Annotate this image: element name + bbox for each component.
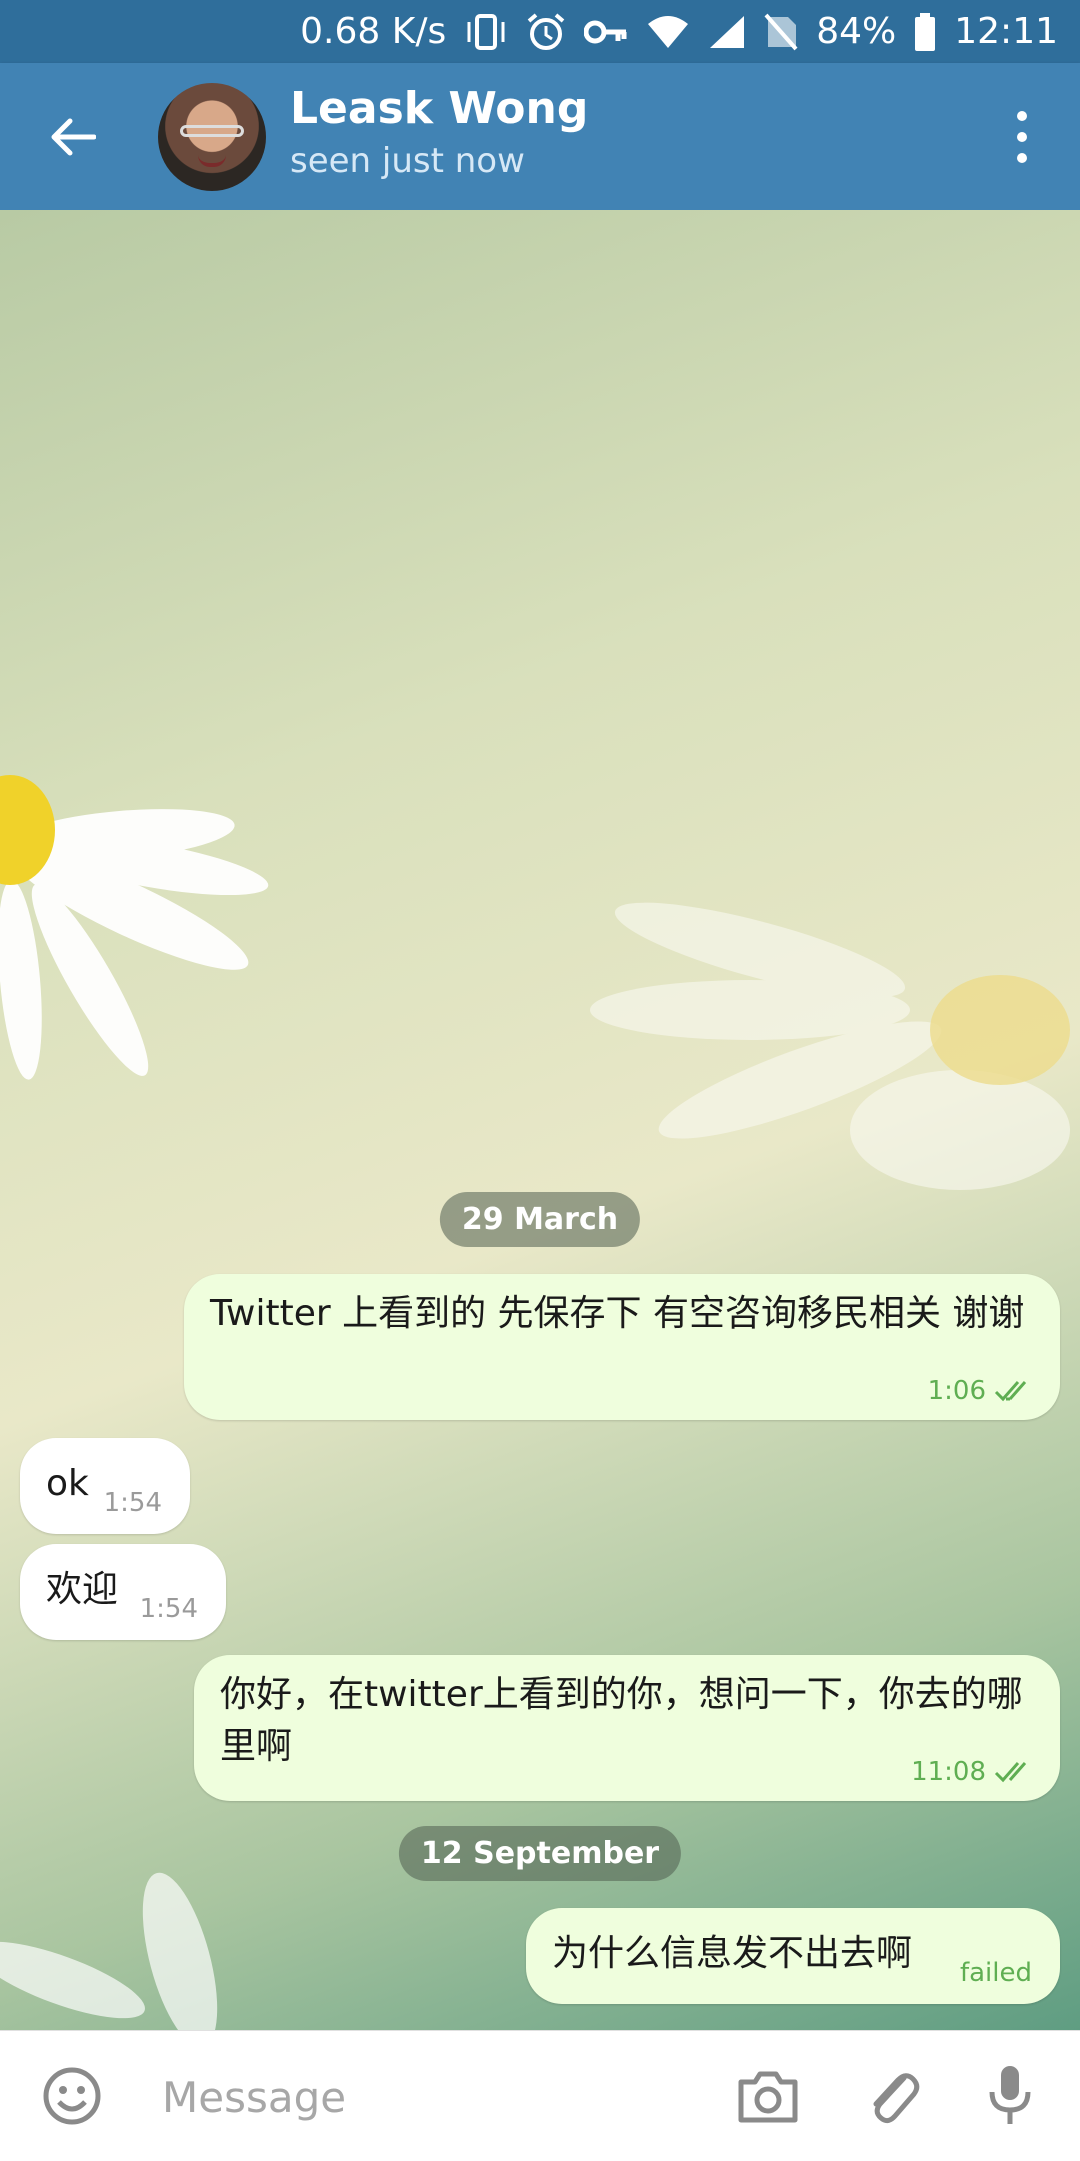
clock: 12:11 [954, 11, 1058, 52]
arrow-back-icon [51, 118, 96, 156]
dot [1017, 153, 1027, 163]
chat-header: Leask Wong seen just now [0, 63, 1080, 210]
vpn-key-icon [584, 17, 628, 47]
message-text: Twitter 上看到的 先保存下 有空咨询移民相关 谢谢 [210, 1293, 1025, 1334]
vibrate-icon [464, 13, 508, 50]
message-meta: 1:06 [928, 1376, 1036, 1406]
avatar[interactable] [158, 83, 266, 191]
network-speed: 0.68 K/s [300, 11, 447, 52]
date-separator: 29 March [439, 1192, 641, 1247]
voice-record-button[interactable] [978, 2064, 1042, 2128]
double-check-icon [994, 1762, 1027, 1783]
message-text: 你好，在twitter上看到的你，想问一下，你去的哪里啊 [220, 1674, 1023, 1767]
message-meta: failed [960, 1958, 1032, 1988]
microphone-icon [989, 2066, 1031, 2124]
no-sim-icon [764, 13, 798, 51]
message-time: 1:54 [139, 1594, 198, 1624]
attach-button[interactable] [860, 2064, 924, 2128]
outgoing-message[interactable]: 你好，在twitter上看到的你，想问一下，你去的哪里啊 11:08 [194, 1655, 1060, 1801]
message-composer [0, 2030, 1080, 2161]
message-input[interactable] [160, 2061, 684, 2133]
incoming-message[interactable]: 欢迎 1:54 [20, 1544, 226, 1640]
incoming-message[interactable]: ok 1:54 [20, 1438, 190, 1534]
camera-icon [738, 2071, 798, 2123]
daisy-wallpaper-image [0, 1872, 218, 2030]
date-separator: 12 September [398, 1826, 682, 1881]
outgoing-message[interactable]: Twitter 上看到的 先保存下 有空咨询移民相关 谢谢 1:06 [184, 1274, 1060, 1420]
message-failed-status: failed [959, 1958, 1032, 1988]
emoji-icon [43, 2067, 101, 2125]
alarm-icon [526, 12, 566, 51]
battery-percent: 84% [816, 11, 897, 52]
wifi-icon [646, 14, 690, 50]
double-check-icon [994, 1381, 1027, 1402]
daisy-wallpaper-image [0, 775, 269, 1080]
emoji-button[interactable] [40, 2064, 104, 2128]
camera-button[interactable] [736, 2064, 800, 2128]
dot [1017, 111, 1027, 121]
battery-icon [914, 12, 936, 51]
status-bar: 0.68 K/s 84% 12:11 [0, 0, 1080, 63]
contact-status: seen just now [290, 141, 525, 181]
message-time: 11:08 [911, 1757, 986, 1787]
dot [1017, 132, 1027, 142]
back-button[interactable] [40, 107, 104, 167]
more-options-button[interactable] [1010, 111, 1034, 163]
message-time: 1:06 [927, 1376, 986, 1406]
paperclip-icon [873, 2073, 920, 2124]
message-meta: 1:54 [104, 1488, 162, 1518]
outgoing-message[interactable]: 为什么信息发不出去啊 failed [526, 1908, 1060, 2004]
message-meta: 1:54 [140, 1594, 198, 1624]
message-meta: 11:08 [911, 1757, 1036, 1787]
signal-icon [708, 14, 746, 50]
daisy-wallpaper-image [590, 902, 1070, 1190]
contact-name[interactable]: Leask Wong [290, 83, 588, 134]
message-time: 1:54 [103, 1488, 162, 1518]
chat-area[interactable]: 29 March Twitter 上看到的 先保存下 有空咨询移民相关 谢谢 1… [0, 210, 1080, 2030]
